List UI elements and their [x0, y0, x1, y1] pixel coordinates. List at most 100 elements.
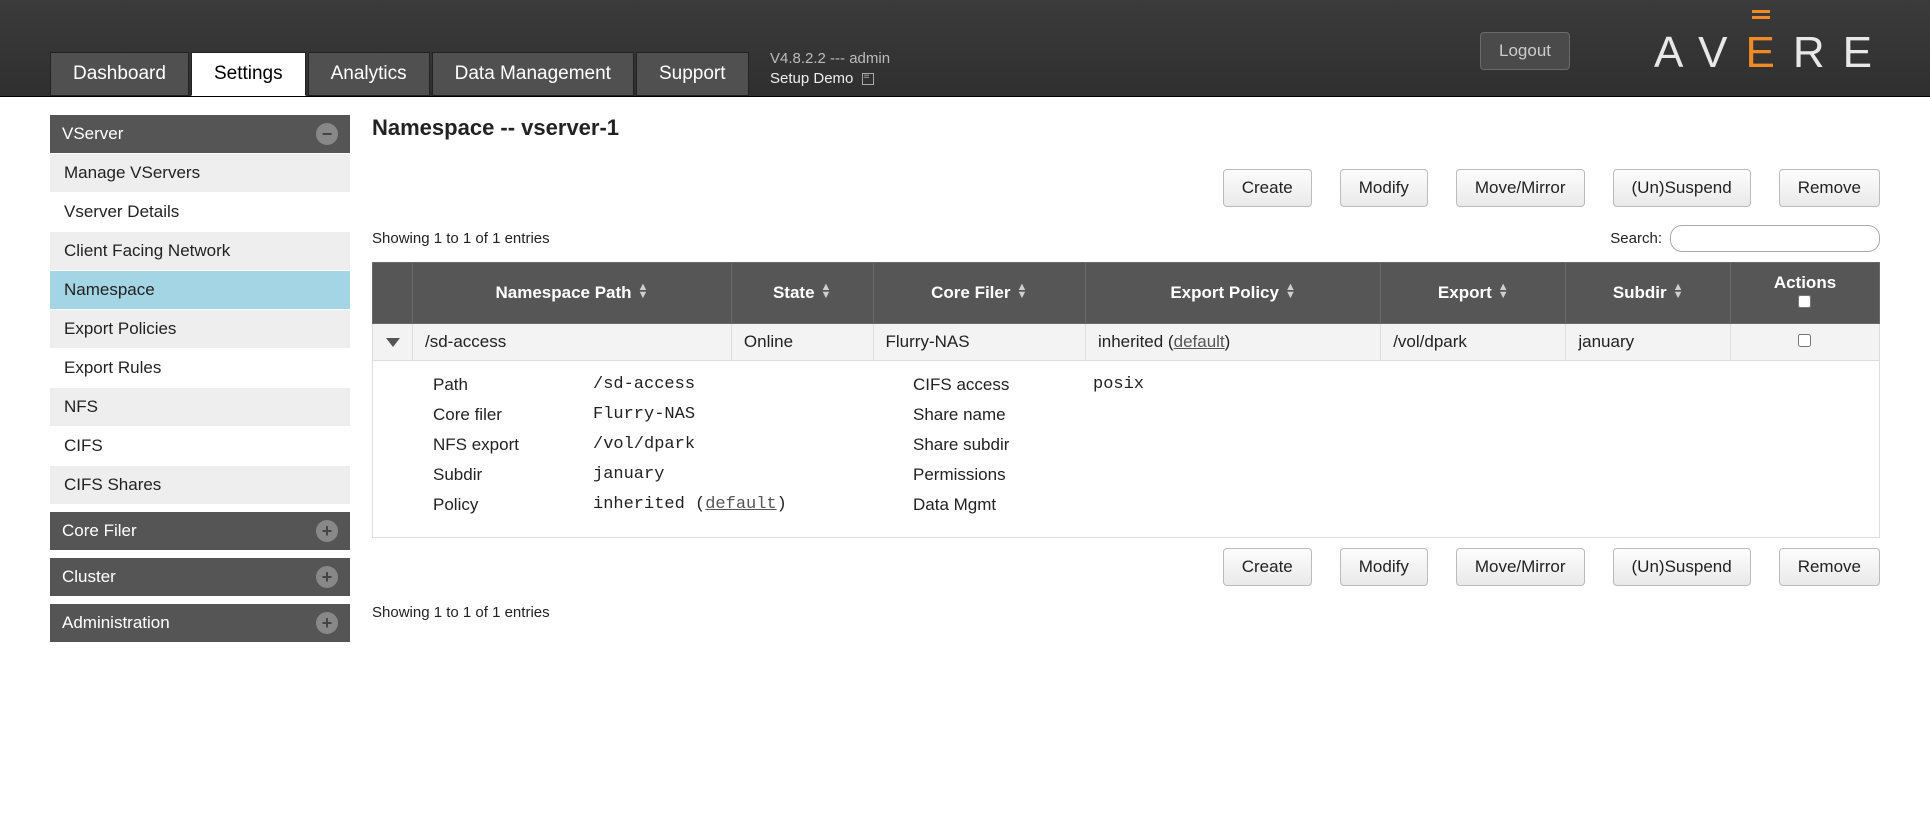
cell-subdir: january: [1566, 324, 1731, 361]
logo-letter: V: [1698, 28, 1745, 77]
row-expand-toggle[interactable]: [386, 338, 400, 347]
setup-demo-link[interactable]: Setup Demo: [770, 69, 890, 89]
sidebar-item-nfs[interactable]: NFS: [50, 387, 350, 426]
col-namespace-path[interactable]: Namespace Path: [413, 263, 732, 324]
row-select-checkbox[interactable]: [1798, 334, 1811, 347]
search-box: Search:: [1610, 225, 1880, 252]
col-export[interactable]: Export: [1381, 263, 1566, 324]
cell-core-filer: Flurry-NAS: [873, 324, 1085, 361]
sidebar-group-cluster[interactable]: Cluster: [50, 558, 350, 596]
search-input[interactable]: [1670, 225, 1880, 252]
table-row: /sd-access Online Flurry-NAS inherited (…: [373, 324, 1880, 361]
version-line: V4.8.2.2 --- admin: [770, 49, 890, 69]
tab-data-management[interactable]: Data Management: [432, 52, 634, 96]
col-label: Core Filer: [931, 283, 1010, 302]
select-all-checkbox[interactable]: [1798, 295, 1811, 308]
policy-link[interactable]: default: [1174, 332, 1225, 351]
col-label: Export Policy: [1170, 283, 1279, 302]
sidebar-group-core-filer[interactable]: Core Filer: [50, 512, 350, 550]
col-export-policy[interactable]: Export Policy: [1086, 263, 1381, 324]
remove-button[interactable]: Remove: [1779, 548, 1880, 586]
expand-icon: [316, 566, 338, 588]
version-info: V4.8.2.2 --- admin Setup Demo: [770, 49, 890, 88]
detail-label-share-name: Share name: [913, 405, 1093, 425]
detail-value-core-filer: Flurry-NAS: [593, 405, 913, 425]
sidebar-item-client-facing-network[interactable]: Client Facing Network: [50, 231, 350, 270]
expand-icon: [316, 612, 338, 634]
search-label: Search:: [1610, 230, 1662, 247]
sidebar-item-cifs-shares[interactable]: CIFS Shares: [50, 465, 350, 504]
modify-button[interactable]: Modify: [1340, 548, 1428, 586]
document-icon: [862, 73, 874, 85]
detail-value-share-subdir: [1093, 435, 1293, 455]
policy-link[interactable]: default: [705, 495, 776, 514]
sort-icon: [821, 283, 832, 299]
brand-logo: AVERE: [1654, 28, 1890, 78]
sidebar-group-administration[interactable]: Administration: [50, 604, 350, 642]
logo-letter: E: [1843, 28, 1890, 77]
sort-icon: [1016, 283, 1027, 299]
tab-settings[interactable]: Settings: [191, 52, 306, 96]
sidebar-item-export-rules[interactable]: Export Rules: [50, 348, 350, 387]
detail-value-subdir: january: [593, 465, 913, 485]
move-mirror-button[interactable]: Move/Mirror: [1456, 548, 1585, 586]
detail-label-share-subdir: Share subdir: [913, 435, 1093, 455]
remove-button[interactable]: Remove: [1779, 169, 1880, 207]
create-button[interactable]: Create: [1223, 169, 1312, 207]
sidebar-group-label: Core Filer: [62, 521, 137, 541]
cell-path: /sd-access: [413, 324, 732, 361]
detail-label-permissions: Permissions: [913, 465, 1093, 485]
create-button[interactable]: Create: [1223, 548, 1312, 586]
tab-analytics[interactable]: Analytics: [308, 52, 430, 96]
col-state[interactable]: State: [731, 263, 873, 324]
detail-value-nfs-export: /vol/dpark: [593, 435, 913, 455]
sidebar-item-manage-vservers[interactable]: Manage VServers: [50, 153, 350, 192]
col-subdir[interactable]: Subdir: [1566, 263, 1731, 324]
modify-button[interactable]: Modify: [1340, 169, 1428, 207]
cell-state: Online: [731, 324, 873, 361]
sidebar-item-vserver-details[interactable]: Vserver Details: [50, 192, 350, 231]
app-header: Logout AVERE Dashboard Settings Analytic…: [0, 0, 1930, 97]
col-core-filer[interactable]: Core Filer: [873, 263, 1085, 324]
detail-value-policy: inherited (default): [593, 495, 913, 515]
expand-icon: [316, 520, 338, 542]
col-label: Export: [1438, 283, 1492, 302]
sidebar-group-label: Administration: [62, 613, 170, 633]
detail-value-path: /sd-access: [593, 375, 913, 395]
suspend-button[interactable]: (Un)Suspend: [1613, 548, 1751, 586]
sidebar-group-label: VServer: [62, 124, 123, 144]
namespace-table: Namespace Path State Core Filer Export P…: [372, 262, 1880, 538]
policy-suffix: ): [777, 495, 787, 514]
page-title: Namespace -- vserver-1: [372, 115, 1880, 141]
sidebar-item-cifs[interactable]: CIFS: [50, 426, 350, 465]
logout-button[interactable]: Logout: [1480, 32, 1570, 70]
sidebar-item-export-policies[interactable]: Export Policies: [50, 309, 350, 348]
sidebar-group-vserver[interactable]: VServer: [50, 115, 350, 153]
tab-dashboard[interactable]: Dashboard: [50, 52, 189, 96]
logo-letter: A: [1654, 28, 1698, 77]
table-row-details: Path /sd-access CIFS access posix Core f…: [373, 361, 1880, 538]
detail-label-path: Path: [433, 375, 593, 395]
sort-icon: [1498, 283, 1509, 299]
action-buttons-bottom: Create Modify Move/Mirror (Un)Suspend Re…: [372, 548, 1880, 586]
cell-export-policy: inherited (default): [1086, 324, 1381, 361]
settings-sidebar: VServer Manage VServers Vserver Details …: [50, 115, 350, 642]
table-header-row: Namespace Path State Core Filer Export P…: [373, 263, 1880, 324]
logo-letter-accent: E: [1746, 28, 1793, 77]
col-label: Subdir: [1613, 283, 1667, 302]
col-actions: Actions: [1730, 263, 1879, 324]
cell-export: /vol/dpark: [1381, 324, 1566, 361]
move-mirror-button[interactable]: Move/Mirror: [1456, 169, 1585, 207]
sort-icon: [638, 283, 649, 299]
detail-label-data-mgmt: Data Mgmt: [913, 495, 1093, 515]
sidebar-item-namespace[interactable]: Namespace: [50, 270, 350, 309]
sidebar-group-label: Cluster: [62, 567, 116, 587]
logo-letter: R: [1793, 28, 1843, 77]
tab-support[interactable]: Support: [636, 52, 749, 96]
policy-suffix: ): [1225, 332, 1231, 351]
setup-demo-label: Setup Demo: [770, 70, 853, 87]
showing-entries-bottom: Showing 1 to 1 of 1 entries: [372, 604, 1880, 621]
suspend-button[interactable]: (Un)Suspend: [1613, 169, 1751, 207]
policy-prefix: inherited (: [1098, 332, 1174, 351]
policy-prefix: inherited (: [593, 495, 705, 514]
